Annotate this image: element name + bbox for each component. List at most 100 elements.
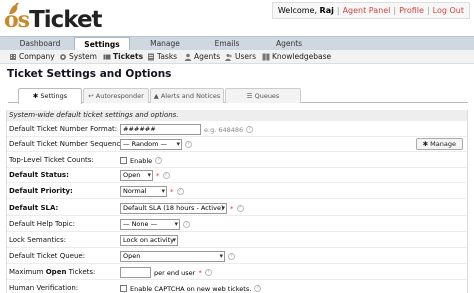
required-marker: * (230, 204, 234, 213)
profile-link[interactable]: Profile (399, 6, 424, 15)
max-open-tickets-input[interactable] (120, 267, 151, 278)
welcome-text: Welcome, (277, 6, 317, 15)
help-icon[interactable]: ? (246, 126, 254, 133)
subnav-system[interactable]: System (59, 51, 97, 63)
default-help-topic-label: Default Help Topic: (9, 220, 75, 228)
header: os Ticket Welcome, Raj | Agent Panel | Pr… (0, 0, 474, 36)
logo[interactable]: os Ticket (4, 2, 103, 33)
nav-emails[interactable]: Emails (196, 37, 258, 50)
tab-autoresponder-label: Autoresponder (95, 92, 144, 100)
number-sequence-select[interactable]: — Random — (120, 139, 182, 150)
kangaroo-logo-icon (9, 2, 19, 15)
tab-settings[interactable]: ✱ Settings (18, 88, 82, 104)
lock-semantics-label: Lock Semantics: (9, 236, 67, 244)
default-priority-select[interactable]: Normal (120, 186, 167, 197)
number-sequence-label: Default Ticket Number Sequence: (9, 140, 127, 148)
agents-icon (184, 53, 192, 61)
help-icon[interactable]: ? (155, 157, 163, 164)
knowledgebase-icon (262, 53, 270, 61)
subnav-agents-label: Agents (194, 52, 221, 61)
tab-autoresponder[interactable]: ↩ Autoresponder (83, 88, 149, 103)
tab-settings-label: Settings (40, 92, 68, 100)
subnav-knowledgebase-label: Knowledgebase (272, 52, 332, 61)
section-tabs: ✱ Settings ↩ Autoresponder ▲ Alerts and … (8, 88, 468, 104)
subnav-company-label: Company (19, 52, 55, 61)
gear-icon: ✱ (422, 140, 429, 148)
captcha-option: Enable CAPTCHA on new web tickets. (130, 284, 252, 293)
max-open-label-suffix: Tickets: (68, 268, 96, 276)
subnav-agents[interactable]: Agents (184, 51, 220, 63)
max-open-label-prefix: Maximum (9, 268, 44, 276)
subnav-users[interactable]: Users (225, 51, 256, 63)
top-level-counts-checkbox[interactable] (120, 157, 127, 164)
nav-settings[interactable]: Settings (74, 37, 130, 51)
row-default-help-topic: Default Help Topic: — None — ? (7, 217, 467, 232)
nav-manage[interactable]: Manage (134, 37, 196, 50)
row-top-level-counts: Top-Level Ticket Counts: Enable ? (7, 153, 467, 168)
required-marker: * (170, 187, 174, 196)
required-marker: * (198, 268, 202, 277)
help-icon[interactable]: ? (254, 285, 262, 292)
default-queue-label: Default Ticket Queue: (9, 252, 86, 260)
row-number-format: Default Ticket Number Format: ###### e.g… (7, 122, 467, 137)
subnav-tickets-label: Tickets (113, 52, 144, 61)
logout-link[interactable]: Log Out (433, 6, 464, 15)
subnav-knowledgebase[interactable]: Knowledgebase (262, 51, 331, 63)
default-status-label: Default Status: (9, 171, 69, 179)
subnav-system-label: System (69, 52, 97, 61)
human-verification-label: Human Verification: (9, 284, 79, 292)
subnav-tickets[interactable]: Tickets (103, 51, 143, 63)
default-sla-select[interactable]: Default SLA (18 hours - Active) (120, 203, 227, 214)
help-icon[interactable]: ? (204, 269, 212, 276)
row-human-verification: Human Verification: Enable CAPTCHA on ne… (7, 281, 467, 293)
reply-icon: ↩ (88, 92, 94, 100)
agent-panel-link[interactable]: Agent Panel (343, 6, 391, 15)
number-format-label: Default Ticket Number Format: (9, 125, 118, 133)
nav-dashboard[interactable]: Dashboard (6, 37, 74, 50)
logo-text: Ticket (29, 7, 102, 33)
max-open-label-bold: Open (45, 268, 67, 276)
gear-icon: ✱ (32, 92, 39, 100)
settings-intro: System-wide default ticket settings and … (7, 110, 467, 121)
manage-sequence-button[interactable]: ✱ Manage (415, 138, 463, 150)
default-help-topic-select[interactable]: — None — (120, 219, 180, 230)
tab-queues[interactable]: ☰ Queues (225, 88, 301, 103)
help-icon[interactable]: ? (228, 253, 235, 260)
tab-alerts-label: Alerts and Notices (160, 92, 221, 100)
main-nav: Dashboard Settings Manage Emails Agents (0, 36, 474, 51)
help-icon[interactable]: ? (185, 141, 192, 148)
default-status-select[interactable]: Open (120, 170, 153, 181)
max-open-suffix: per end user (154, 268, 196, 277)
subnav-tasks-label: Tasks (157, 52, 178, 61)
default-priority-label: Default Priority: (9, 187, 73, 195)
tasks-icon (148, 53, 154, 61)
help-icon[interactable]: ? (162, 172, 170, 179)
subnav-tasks[interactable]: Tasks (147, 51, 177, 63)
users-icon (225, 54, 232, 61)
row-max-open-tickets: Maximum Open Tickets: per end user * ? (7, 265, 467, 280)
settings-form: System-wide default ticket settings and … (6, 110, 468, 293)
captcha-checkbox[interactable] (120, 285, 127, 292)
row-default-status: Default Status: Open * ? (7, 168, 467, 183)
sub-nav: Company System Tickets Tasks Agents User… (0, 50, 474, 64)
user-name: Raj (319, 6, 334, 15)
number-format-input[interactable]: ###### (120, 124, 201, 135)
row-lock-semantics: Lock Semantics: Lock on activity (7, 233, 467, 248)
tab-alerts-notices[interactable]: ▲ Alerts and Notices (150, 88, 224, 103)
nav-agents[interactable]: Agents (258, 37, 320, 50)
number-format-hint: e.g. 648486 (204, 125, 244, 134)
list-icon: ☰ (246, 92, 253, 100)
user-box: Welcome, Raj | Agent Panel | Profile | L… (271, 2, 470, 19)
bell-icon: ▲ (153, 92, 159, 100)
help-icon[interactable]: ? (183, 221, 190, 228)
row-default-queue: Default Ticket Queue: Open ? (7, 249, 467, 264)
required-marker: * (156, 171, 160, 180)
help-icon[interactable]: ? (176, 188, 184, 195)
help-icon[interactable]: ? (236, 205, 244, 212)
row-default-priority: Default Priority: Normal * ? (7, 184, 467, 199)
lock-semantics-select[interactable]: Lock on activity (120, 235, 178, 246)
company-icon (10, 54, 16, 60)
subnav-company[interactable]: Company (9, 51, 55, 63)
max-open-tickets-label: Maximum Open Tickets: (9, 265, 95, 280)
default-queue-select[interactable]: Open (120, 251, 225, 262)
